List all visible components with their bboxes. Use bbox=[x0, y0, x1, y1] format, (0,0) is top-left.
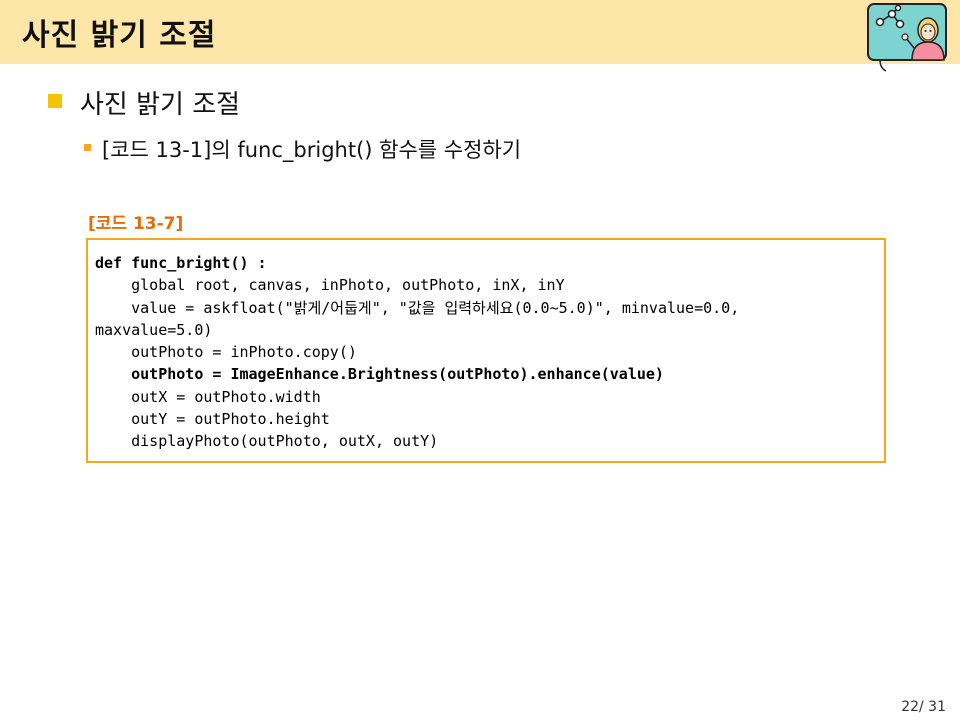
code-line: global root, canvas, inPhoto, outPhoto, … bbox=[95, 276, 565, 295]
code-line: value = askfloat("밝게/어둡게", "값을 입력하세요(0.0… bbox=[95, 298, 740, 317]
title-bar: 사진 밝기 조절 bbox=[0, 0, 960, 64]
code-line: def func_bright() : bbox=[95, 254, 267, 272]
code-block: def func_bright() : global root, canvas,… bbox=[95, 252, 739, 453]
code-line: outPhoto = ImageEnhance.Brightness(outPh… bbox=[95, 365, 664, 384]
presenter-illustration-icon bbox=[867, 3, 947, 72]
code-line: displayPhoto(outPhoto, outX, outY) bbox=[95, 432, 439, 451]
page-number: 22/ 31 bbox=[901, 699, 946, 715]
bullet-square bbox=[48, 94, 62, 108]
code-caption: [코드 13-7] bbox=[88, 214, 184, 234]
sub-bullet-square bbox=[84, 144, 91, 151]
slide-title: 사진 밝기 조절 bbox=[22, 18, 217, 53]
section-subheading: [코드 13-1]의 func_bright() 함수를 수정하기 bbox=[102, 138, 522, 162]
section-heading: 사진 밝기 조절 bbox=[80, 90, 241, 120]
code-line: outX = outPhoto.width bbox=[95, 387, 321, 406]
code-line: maxvalue=5.0) bbox=[95, 320, 213, 339]
code-line: outY = outPhoto.height bbox=[95, 410, 330, 429]
code-line: outPhoto = inPhoto.copy() bbox=[95, 343, 357, 362]
